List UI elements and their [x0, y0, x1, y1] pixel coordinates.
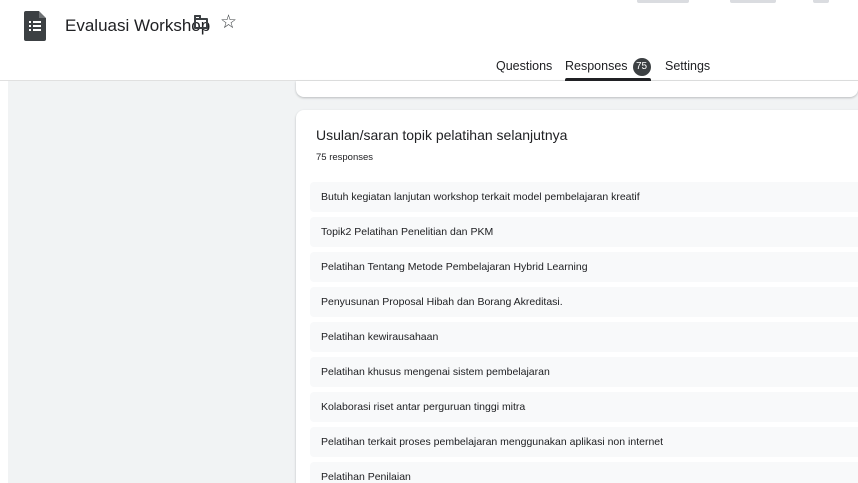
previous-question-card: [296, 81, 858, 97]
response-count: 75 responses: [316, 152, 374, 163]
toolbar-icon-edge[interactable]: [813, 0, 829, 3]
tab-responses[interactable]: Responses 75: [565, 52, 651, 81]
list-dot: [29, 25, 31, 27]
tab-questions-label: Questions: [496, 59, 553, 73]
response-item: Butuh kegiatan lanjutan workshop terkait…: [310, 182, 858, 212]
tab-bar: Questions Responses 75 Settings: [0, 52, 858, 81]
tab-settings[interactable]: Settings: [665, 52, 710, 80]
list-dot: [29, 21, 31, 23]
responses-count-badge: 75: [632, 58, 651, 76]
list-line: [33, 29, 41, 31]
response-item: Kolaborasi riset antar perguruan tinggi …: [310, 392, 858, 422]
list-dot: [29, 29, 31, 31]
response-item: Pelatihan khusus mengenai sistem pembela…: [310, 357, 858, 387]
response-item: Topik2 Pelatihan Penelitian dan PKM: [310, 217, 858, 247]
tab-questions[interactable]: Questions: [496, 52, 552, 80]
document-title[interactable]: Evaluasi Workshop: [65, 15, 210, 37]
list-line: [33, 25, 41, 27]
folder-icon[interactable]: [194, 15, 208, 29]
tab-settings-label: Settings: [665, 59, 711, 73]
toolbar-button-edge[interactable]: [637, 0, 689, 3]
question-summary-card: Usulan/saran topik pelatihan selanjutnya…: [296, 110, 858, 483]
top-header: Evaluasi Workshop ☆: [0, 0, 858, 52]
response-item: Penyusunan Proposal Hibah dan Borang Akr…: [310, 287, 858, 317]
list-line: [33, 21, 41, 23]
star-icon[interactable]: ☆: [220, 11, 237, 35]
google-forms-icon[interactable]: [24, 11, 46, 41]
response-item: Pelatihan Penilaian: [310, 462, 858, 483]
response-item: Pelatihan kewirausahaan: [310, 322, 858, 352]
forms-app: Evaluasi Workshop ☆ Questions Responses 7…: [0, 0, 858, 483]
response-list: Butuh kegiatan lanjutan workshop terkait…: [310, 182, 858, 483]
tab-responses-label: Responses: [565, 59, 628, 73]
question-title: Usulan/saran topik pelatihan selanjutnya: [316, 127, 568, 143]
response-item: Pelatihan Tentang Metode Pembelajaran Hy…: [310, 252, 858, 282]
toolbar-button-edge[interactable]: [730, 0, 776, 3]
response-item: Pelatihan terkait proses pembelajaran me…: [310, 427, 858, 457]
